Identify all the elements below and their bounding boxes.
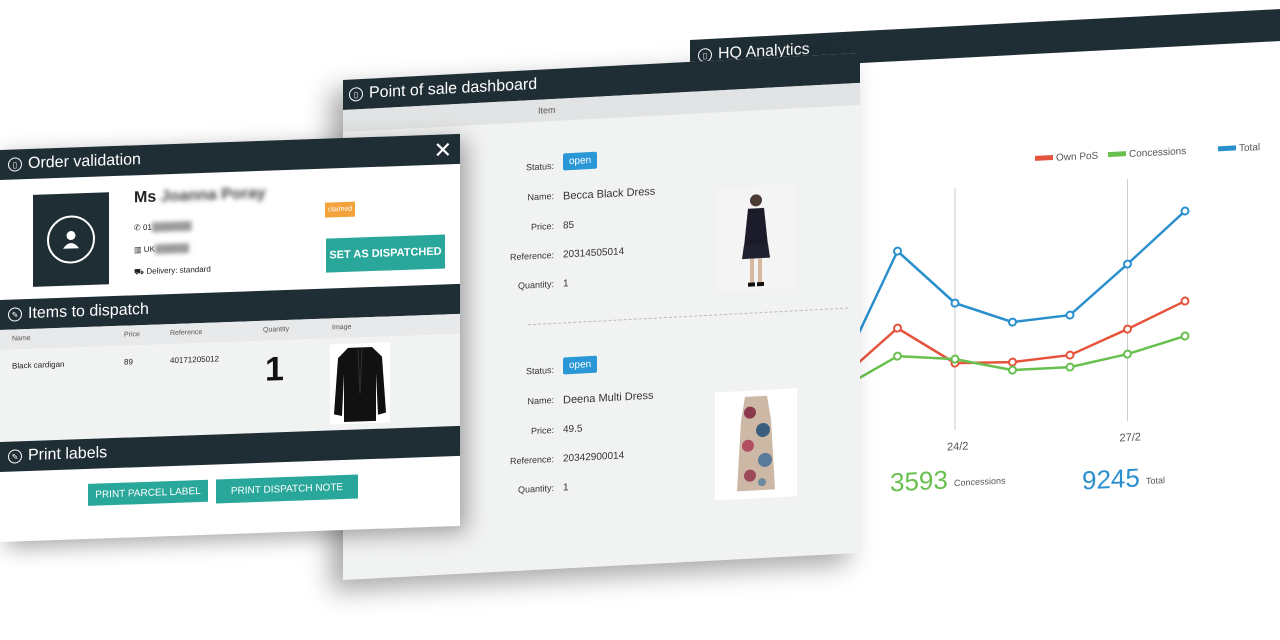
order-title-bar: ▯ Order validation ✕ (0, 133, 460, 180)
data-point (1065, 362, 1075, 372)
stat-total-label: Total (1146, 475, 1165, 486)
legend-label: Own PoS (1056, 151, 1099, 164)
status-badge[interactable]: open (563, 355, 598, 375)
avatar (33, 192, 109, 287)
phone-icon: ✆ (134, 223, 141, 233)
legend-swatch (1035, 154, 1053, 161)
stat-concessions-label: Concessions (954, 475, 1006, 488)
data-point (1008, 317, 1017, 327)
legend-swatch (1108, 151, 1126, 158)
customer-name: Joanna Poray (160, 184, 266, 206)
user-icon (47, 214, 95, 265)
truck-icon: ⛟ (134, 266, 145, 277)
data-point (893, 351, 902, 361)
delivery-info: ⛟ Delivery: standard (134, 264, 211, 277)
pos-title: Point of sale dashboard (369, 75, 538, 102)
data-point (1180, 296, 1190, 306)
order-validation-panel: ▯ Order validation ✕ Ms Joanna Poray ✆ 0… (0, 133, 460, 542)
set-dispatched-button[interactable]: SET AS DISPATCHED (326, 234, 445, 273)
data-point (1065, 310, 1075, 320)
floral-dress-image (715, 388, 797, 501)
x-tick-label: 27/2 (1120, 431, 1141, 444)
legend-swatch (1218, 145, 1236, 152)
status-badge[interactable]: open (563, 151, 598, 171)
data-point (1123, 349, 1132, 359)
stat-total-value: 9245 (1082, 462, 1140, 495)
customer-phone: ✆ 01███████ (134, 221, 192, 233)
data-point (1123, 324, 1132, 334)
close-icon[interactable]: ✕ (434, 137, 452, 164)
legend-label: Total (1239, 142, 1260, 154)
data-point (950, 354, 960, 364)
data-point (1008, 365, 1017, 375)
edit-icon: ✎ (8, 307, 22, 322)
data-point (1123, 259, 1132, 269)
customer-name-line: Ms Joanna Poray (134, 184, 266, 207)
panel-icon: ▯ (349, 86, 363, 102)
data-point (1180, 206, 1190, 216)
print-dispatch-note-button[interactable]: PRINT DISPATCH NOTE (216, 474, 358, 504)
legend-label: Concessions (1129, 146, 1186, 160)
print-parcel-label-button[interactable]: PRINT PARCEL LABEL (88, 479, 208, 506)
data-point (1180, 331, 1190, 341)
edit-icon: ✎ (8, 449, 22, 464)
data-point (893, 323, 902, 333)
status-badge: claimed (325, 201, 356, 218)
data-point (1008, 357, 1017, 367)
data-point (950, 298, 960, 308)
data-point (1065, 350, 1075, 360)
panel-icon: ▯ (8, 157, 22, 172)
stat-concessions-value: 3593 (890, 465, 948, 498)
customer-country: ▥ UK██████ (134, 243, 189, 255)
table-row: Black cardigan 89 40171205012 1 (0, 333, 460, 442)
black-dress-image (715, 184, 797, 293)
order-title: Order validation (28, 151, 141, 173)
quantity-value: 1 (265, 350, 284, 389)
barcode-icon: ▥ (134, 245, 142, 255)
cardigan-image (330, 342, 390, 425)
x-tick-label: 24/2 (947, 440, 968, 453)
item-divider (528, 307, 848, 326)
data-point (893, 246, 902, 256)
